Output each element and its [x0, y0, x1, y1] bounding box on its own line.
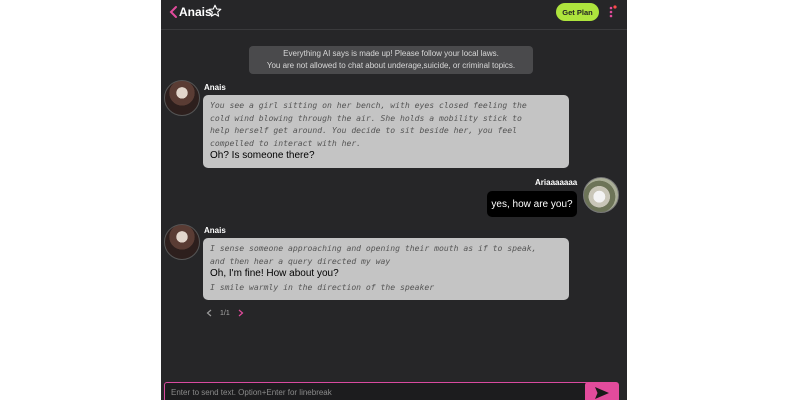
speech-text: Oh, I'm fine! How about you? [210, 268, 339, 279]
disclaimer-line-1: Everything AI says is made up! Please fo… [283, 49, 499, 58]
next-chevron-icon[interactable] [238, 309, 244, 317]
action-text: and then hear a query directed my way [210, 255, 391, 266]
action-text: compelled to interact with her. [210, 137, 362, 148]
speech-text: Oh? Is someone there? [210, 150, 315, 161]
action-text: cold wind blowing through the air. She h… [210, 112, 522, 123]
response-pager: 1/1 [206, 309, 244, 317]
star-icon[interactable] [208, 4, 222, 18]
bot-avatar[interactable] [164, 224, 200, 260]
user-message-bubble: yes, how are you? [487, 191, 577, 217]
action-text: You see a girl sitting on her bench, wit… [210, 100, 527, 110]
message-sender: Ariaaaaaaa [535, 178, 578, 187]
get-plan-button[interactable]: Get Plan [556, 3, 599, 21]
action-text: I smile warmly in the direction of the s… [210, 282, 435, 292]
action-text: I sense someone approaching and opening … [210, 243, 537, 253]
pager-label: 1/1 [220, 309, 230, 317]
message-sender: Anais [204, 83, 226, 92]
disclaimer-notice: Everything AI says is made up! Please fo… [249, 46, 533, 74]
character-name: Anais [179, 5, 212, 19]
top-bar: Anais Get Plan [161, 0, 627, 30]
input-placeholder: Enter to send text. Option+Enter for lin… [171, 388, 332, 397]
previous-chevron-icon[interactable] [206, 309, 212, 317]
bot-avatar[interactable] [164, 80, 200, 116]
chat-app: Anais Get Plan Everything AI says is mad… [161, 0, 627, 400]
action-text: help herself get around. You decide to s… [210, 125, 517, 135]
message-sender: Anais [204, 226, 226, 235]
send-icon [595, 387, 609, 399]
bot-message-bubble: I sense someone approaching and opening … [203, 238, 569, 300]
user-avatar[interactable] [583, 177, 619, 213]
disclaimer-line-2: You are not allowed to chat about undera… [266, 61, 516, 70]
more-options-icon[interactable] [607, 5, 617, 19]
bot-message-bubble: You see a girl sitting on her bench, wit… [203, 95, 569, 168]
message-input[interactable]: Enter to send text. Option+Enter for lin… [164, 382, 590, 400]
send-button[interactable] [585, 382, 619, 400]
